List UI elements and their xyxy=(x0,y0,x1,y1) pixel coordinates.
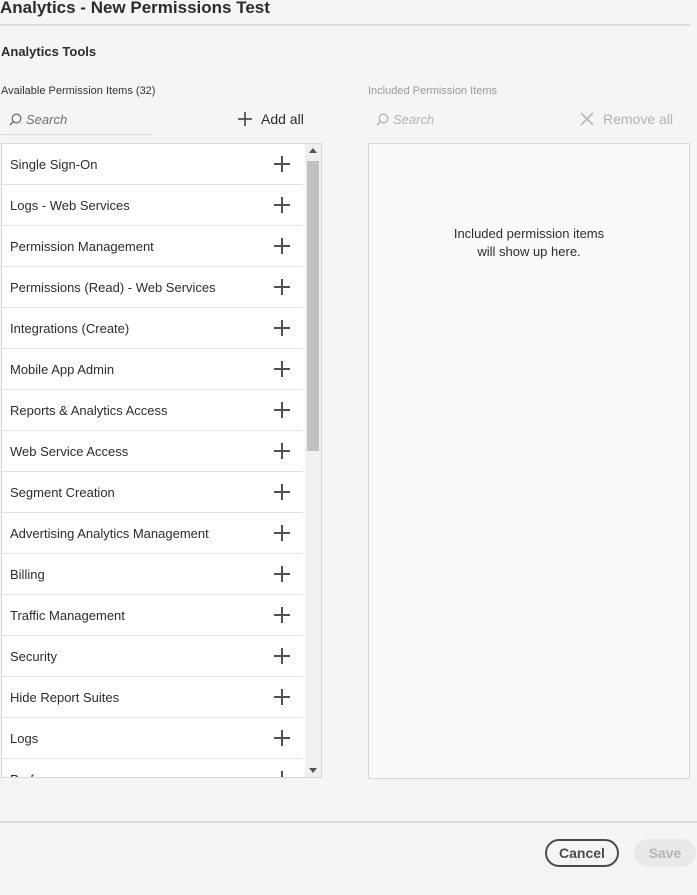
plus-icon[interactable] xyxy=(274,566,290,582)
title-divider xyxy=(0,24,690,26)
permission-item-label: Logs xyxy=(10,730,39,746)
plus-icon[interactable] xyxy=(274,525,290,541)
permission-item-row[interactable]: Integrations (Create) xyxy=(2,308,303,349)
permission-item-label: Reports & Analytics Access xyxy=(10,402,168,418)
permission-item-row[interactable]: Permissions (Read) - Web Services xyxy=(2,267,303,308)
permission-item-label: Single Sign-On xyxy=(10,156,98,172)
permission-item-row[interactable]: Traffic Management xyxy=(2,595,303,636)
add-all-label: Add all xyxy=(261,111,304,127)
permission-item-row[interactable]: Logs - Web Services xyxy=(2,185,303,226)
available-search[interactable] xyxy=(1,104,153,135)
plus-icon[interactable] xyxy=(274,238,290,254)
dialog-title: Analytics - New Permissions Test xyxy=(0,0,270,17)
permission-item-row[interactable]: Permission Management xyxy=(2,226,303,267)
permission-item-label: Logs - Web Services xyxy=(10,197,130,213)
permission-item-label: Mobile App Admin xyxy=(10,361,115,377)
permission-item-row[interactable]: Web Service Access xyxy=(2,431,303,472)
search-icon xyxy=(376,113,389,126)
permission-item-label: Advertising Analytics Management xyxy=(10,525,209,541)
available-items-list[interactable]: Single Sign-On Logs - Web Services Permiss… xyxy=(1,143,322,778)
scrollbar-thumb[interactable] xyxy=(307,161,319,451)
plus-icon[interactable] xyxy=(274,156,290,172)
permission-item-row[interactable]: Prof xyxy=(2,759,303,778)
scroll-down-arrow-icon[interactable] xyxy=(309,768,317,773)
plus-icon[interactable] xyxy=(274,771,290,778)
plus-icon[interactable] xyxy=(274,361,290,377)
permission-item-label: Security xyxy=(10,648,57,664)
permission-item-row[interactable]: Advertising Analytics Management xyxy=(2,513,303,554)
remove-all-label: Remove all xyxy=(603,111,674,127)
included-search-input[interactable] xyxy=(393,111,503,127)
available-search-input[interactable] xyxy=(26,111,136,127)
section-title: Analytics Tools xyxy=(1,44,97,59)
permission-item-label: Integrations (Create) xyxy=(10,320,130,336)
plus-icon xyxy=(238,112,252,126)
available-items-rows: Single Sign-On Logs - Web Services Permiss… xyxy=(2,144,303,778)
included-search[interactable] xyxy=(368,104,520,134)
plus-icon[interactable] xyxy=(274,320,290,336)
close-icon xyxy=(580,112,594,126)
permission-item-row[interactable]: Segment Creation xyxy=(2,472,303,513)
permission-item-row[interactable]: Single Sign-On xyxy=(2,144,303,185)
included-items-list: Included permission items will show up h… xyxy=(368,143,690,779)
plus-icon[interactable] xyxy=(274,197,290,213)
available-items-label: Available Permission Items (32) xyxy=(1,85,156,97)
permission-item-row[interactable]: Reports & Analytics Access xyxy=(2,390,303,431)
plus-icon[interactable] xyxy=(274,689,290,705)
permission-item-label: Permission Management xyxy=(10,238,154,254)
permission-item-label: Traffic Management xyxy=(10,607,125,623)
permission-item-row[interactable]: Mobile App Admin xyxy=(2,349,303,390)
plus-icon[interactable] xyxy=(274,607,290,623)
plus-icon[interactable] xyxy=(274,402,290,418)
add-all-button[interactable]: Add all xyxy=(238,111,304,127)
cancel-button[interactable]: Cancel xyxy=(545,839,619,867)
search-icon xyxy=(9,113,22,126)
footer-divider xyxy=(0,821,697,823)
plus-icon[interactable] xyxy=(274,443,290,459)
permission-item-row[interactable]: Logs xyxy=(2,718,303,759)
permission-item-row[interactable]: Hide Report Suites xyxy=(2,677,303,718)
permission-item-label: Permissions (Read) - Web Services xyxy=(10,279,216,295)
empty-state-message: Included permission items will show up h… xyxy=(453,226,605,259)
permission-item-label: Prof xyxy=(2,772,34,778)
permission-item-label: Segment Creation xyxy=(10,484,115,500)
permission-item-label: Hide Report Suites xyxy=(10,689,120,705)
list-scrollbar[interactable] xyxy=(305,144,321,777)
plus-icon[interactable] xyxy=(274,648,290,664)
permission-item-label: Web Service Access xyxy=(10,443,129,459)
permission-item-row[interactable]: Security xyxy=(2,636,303,677)
permission-item-label: Billing xyxy=(10,566,45,582)
save-button[interactable]: Save xyxy=(634,839,696,867)
plus-icon[interactable] xyxy=(274,484,290,500)
plus-icon[interactable] xyxy=(274,279,290,295)
remove-all-button[interactable]: Remove all xyxy=(580,111,673,127)
permission-item-row[interactable]: Billing xyxy=(2,554,303,595)
plus-icon[interactable] xyxy=(274,730,290,746)
included-items-label: Included Permission Items xyxy=(368,85,497,97)
scroll-up-arrow-icon[interactable] xyxy=(309,148,317,153)
